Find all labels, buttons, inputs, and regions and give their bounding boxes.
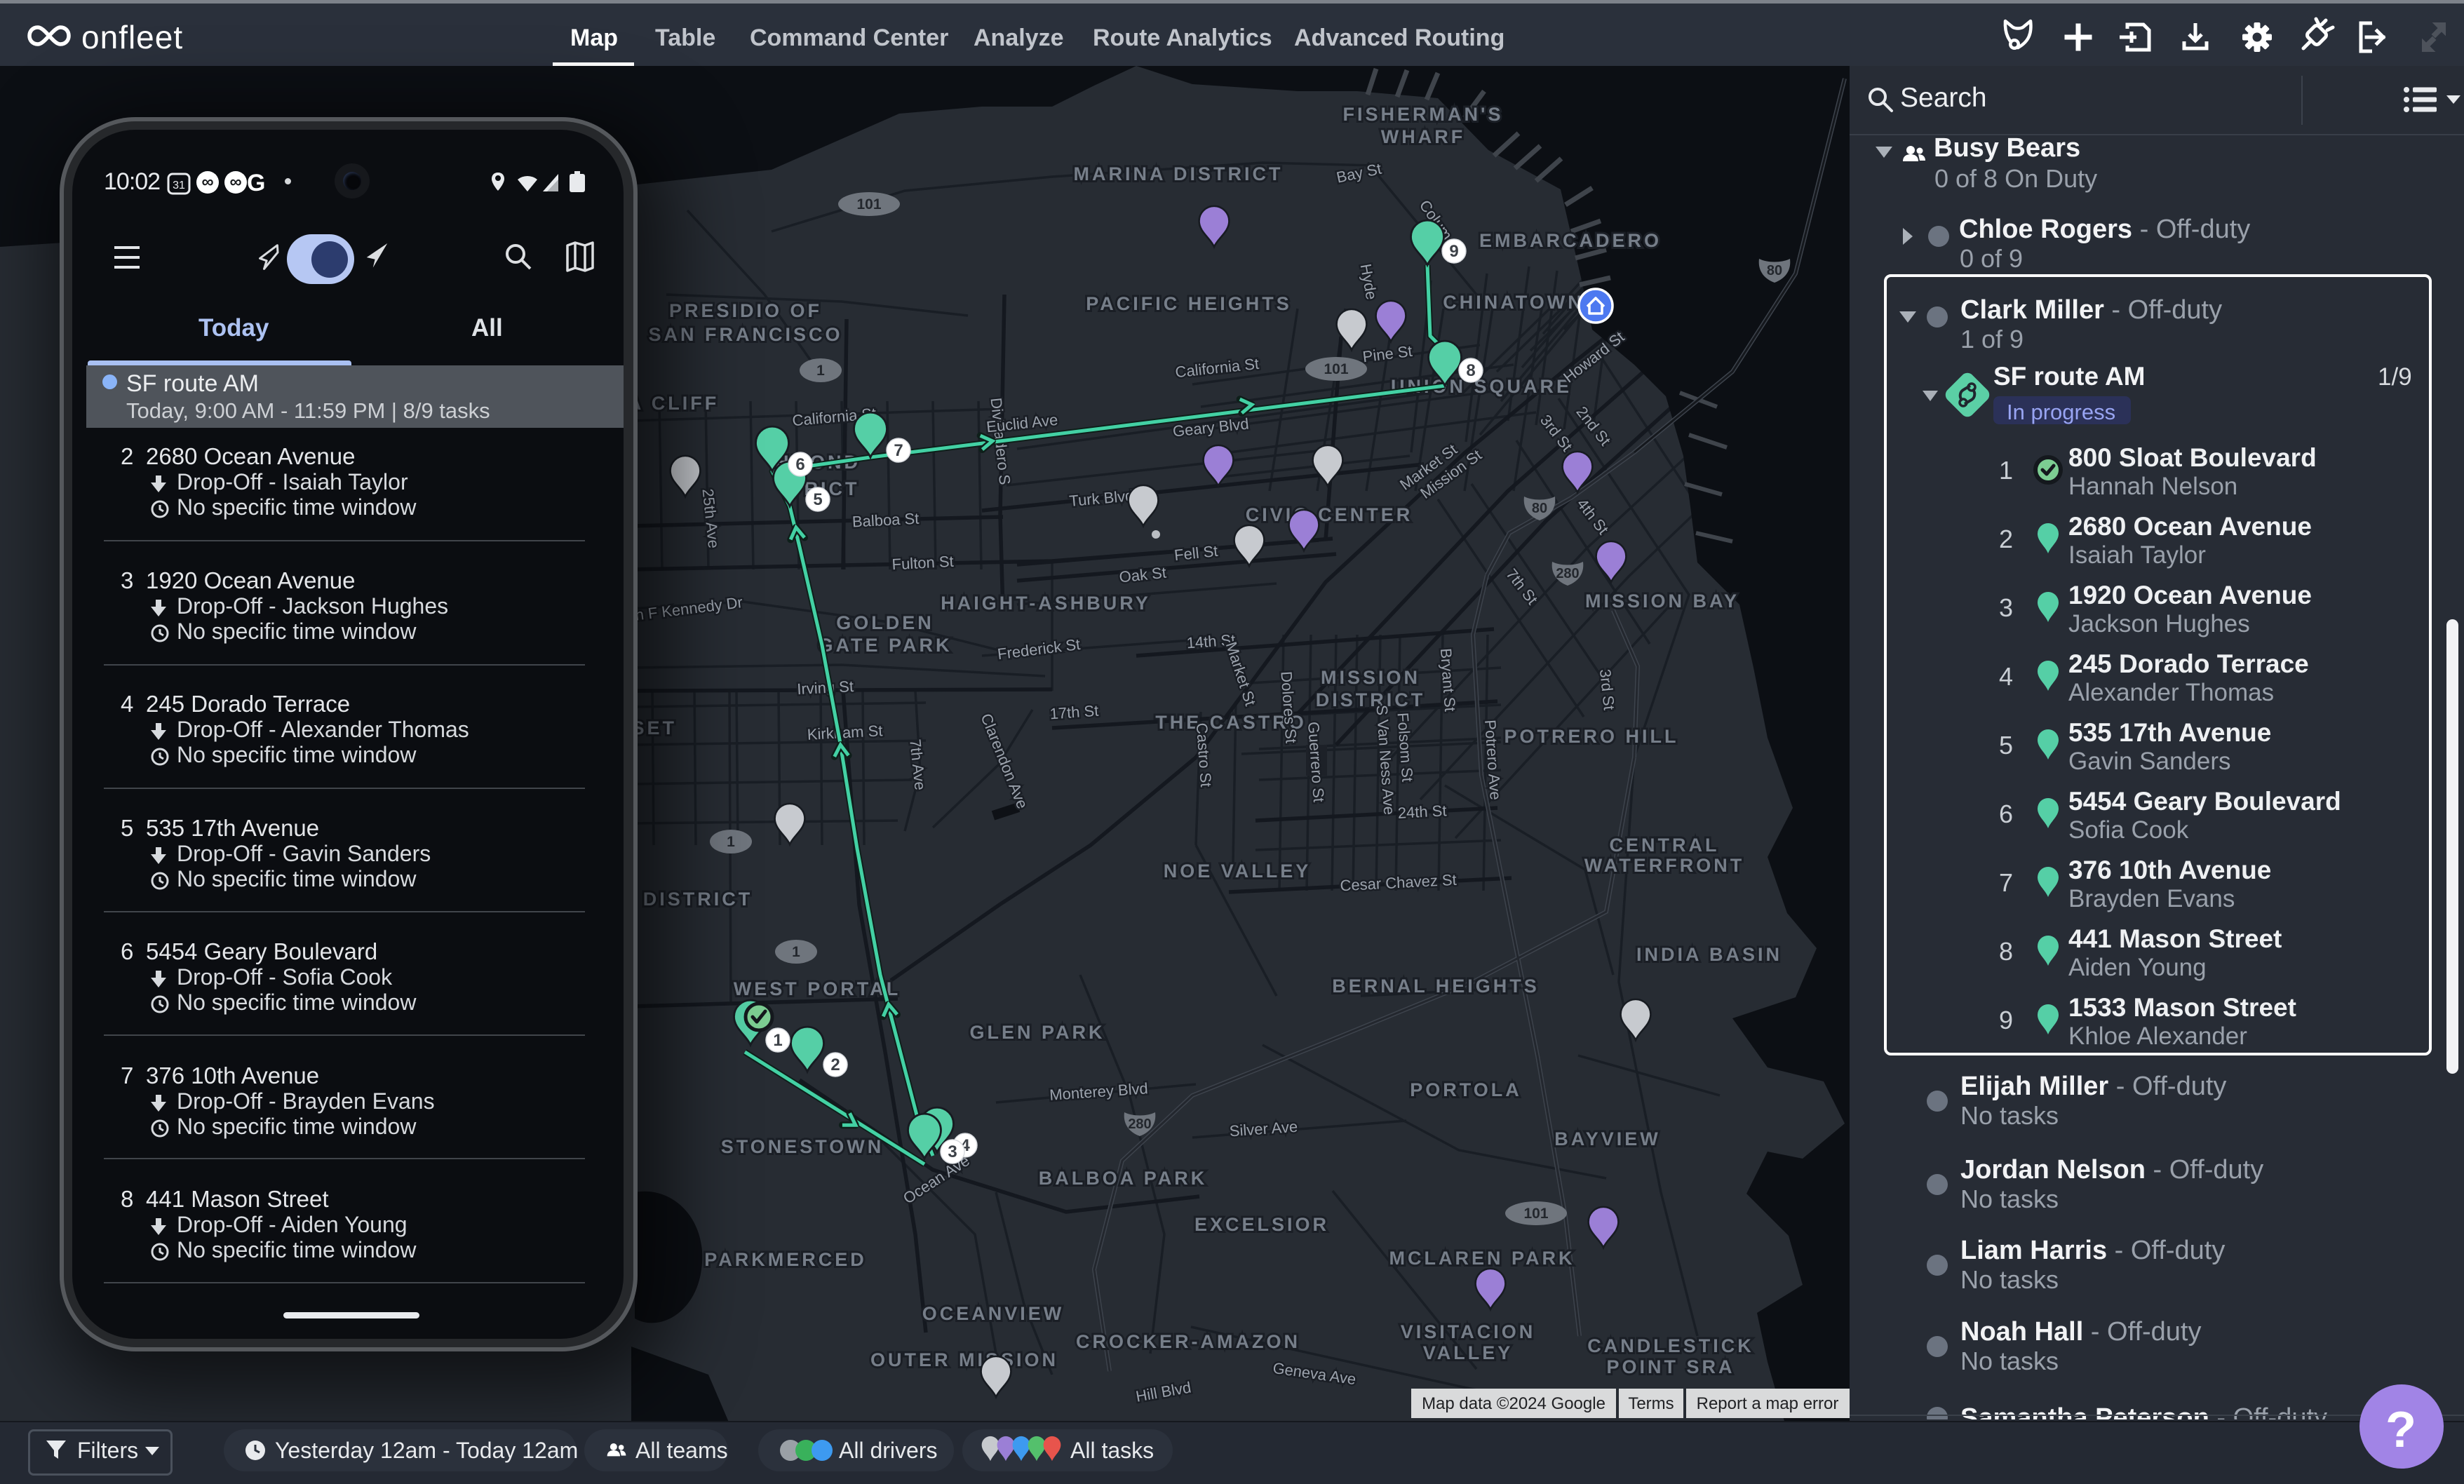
svg-text:280: 280 bbox=[1556, 566, 1579, 581]
svg-text:101: 101 bbox=[856, 196, 881, 213]
svg-text:VALLEY: VALLEY bbox=[1423, 1342, 1514, 1363]
svg-text:PORTOLA: PORTOLA bbox=[1410, 1079, 1522, 1100]
svg-text:CANDLESTICK: CANDLESTICK bbox=[1587, 1335, 1754, 1356]
svg-text:GATE PARK: GATE PARK bbox=[819, 635, 952, 656]
svg-text:NOE VALLEY: NOE VALLEY bbox=[1164, 861, 1312, 882]
svg-text:VISITACION: VISITACION bbox=[1401, 1321, 1536, 1342]
svg-text:1: 1 bbox=[816, 363, 825, 379]
svg-text:WHARF: WHARF bbox=[1381, 126, 1465, 147]
svg-text:OCEANVIEW: OCEANVIEW bbox=[922, 1303, 1065, 1324]
svg-text:WEST PORTAL: WEST PORTAL bbox=[734, 978, 901, 999]
svg-text:SAN FRANCISCO: SAN FRANCISCO bbox=[648, 324, 842, 345]
svg-text:DISTRICT: DISTRICT bbox=[1316, 689, 1426, 710]
svg-text:Balboa St: Balboa St bbox=[851, 510, 920, 531]
svg-text:∞: ∞ bbox=[229, 173, 241, 191]
svg-text:2: 2 bbox=[830, 1055, 840, 1074]
svg-text:280: 280 bbox=[1128, 1117, 1151, 1132]
svg-text:101: 101 bbox=[1523, 1206, 1548, 1222]
svg-text:CENTRAL: CENTRAL bbox=[1610, 835, 1720, 856]
svg-text:PARKMERCED: PARKMERCED bbox=[704, 1249, 867, 1270]
svg-text:GOLDEN: GOLDEN bbox=[836, 612, 934, 633]
svg-text:9: 9 bbox=[1449, 242, 1458, 261]
svg-text:OUTER MISSION: OUTER MISSION bbox=[870, 1349, 1058, 1370]
svg-text:1: 1 bbox=[773, 1031, 782, 1050]
svg-text:BERNAL HEIGHTS: BERNAL HEIGHTS bbox=[1332, 976, 1540, 997]
svg-text:A CLIFF: A CLIFF bbox=[628, 393, 719, 414]
svg-text:MISSION: MISSION bbox=[1321, 667, 1420, 688]
svg-text:FISHERMAN'S: FISHERMAN'S bbox=[1343, 104, 1504, 125]
svg-text:∞: ∞ bbox=[201, 173, 213, 191]
svg-text:CROCKER-AMAZON: CROCKER-AMAZON bbox=[1076, 1331, 1300, 1352]
svg-text:80: 80 bbox=[1767, 263, 1782, 278]
svg-text:8: 8 bbox=[1466, 361, 1475, 380]
svg-text:24th St: 24th St bbox=[1397, 802, 1447, 822]
svg-text:5: 5 bbox=[813, 490, 822, 509]
svg-text:101: 101 bbox=[1324, 361, 1348, 377]
svg-text:PACIFIC HEIGHTS: PACIFIC HEIGHTS bbox=[1086, 293, 1292, 314]
svg-text:STONESTOWN: STONESTOWN bbox=[721, 1136, 884, 1157]
svg-text:1: 1 bbox=[727, 834, 735, 850]
svg-text:MARINA DISTRICT: MARINA DISTRICT bbox=[1074, 163, 1284, 184]
svg-text:Terms: Terms bbox=[1628, 1394, 1674, 1413]
svg-text:WATERFRONT: WATERFRONT bbox=[1584, 855, 1744, 876]
svg-text:INDIA BASIN: INDIA BASIN bbox=[1636, 944, 1782, 965]
svg-text:Fulton St: Fulton St bbox=[891, 553, 954, 574]
svg-text:3: 3 bbox=[948, 1142, 957, 1161]
svg-text:POINT SRA: POINT SRA bbox=[1606, 1356, 1735, 1377]
svg-text:MCLAREN PARK: MCLAREN PARK bbox=[1389, 1248, 1575, 1269]
svg-text:POTRERO HILL: POTRERO HILL bbox=[1504, 726, 1679, 747]
svg-text:EXCELSIOR: EXCELSIOR bbox=[1194, 1214, 1329, 1235]
svg-text:31: 31 bbox=[173, 180, 185, 191]
svg-text:Report a map error: Report a map error bbox=[1697, 1394, 1839, 1413]
svg-text:Map data ©2024 Google: Map data ©2024 Google bbox=[1422, 1394, 1605, 1413]
svg-text:GLEN PARK: GLEN PARK bbox=[969, 1022, 1105, 1043]
svg-text:80: 80 bbox=[1532, 501, 1547, 516]
svg-text:BAYVIEW: BAYVIEW bbox=[1554, 1128, 1661, 1149]
svg-text:7: 7 bbox=[894, 441, 903, 460]
svg-text:HAIGHT-ASHBURY: HAIGHT-ASHBURY bbox=[941, 593, 1151, 614]
svg-text:MISSION BAY: MISSION BAY bbox=[1585, 591, 1739, 612]
svg-text:6: 6 bbox=[795, 455, 804, 474]
svg-text:EMBARCADERO: EMBARCADERO bbox=[1479, 230, 1662, 251]
svg-text:17th St: 17th St bbox=[1049, 702, 1099, 723]
svg-text:1: 1 bbox=[792, 944, 800, 960]
svg-text:CHINATOWN: CHINATOWN bbox=[1443, 292, 1584, 313]
svg-text:Irving St: Irving St bbox=[797, 677, 854, 698]
svg-text:PRESIDIO OF: PRESIDIO OF bbox=[669, 300, 822, 321]
svg-text:BALBOA PARK: BALBOA PARK bbox=[1039, 1168, 1208, 1189]
svg-text:CIVIC CENTER: CIVIC CENTER bbox=[1246, 504, 1413, 525]
